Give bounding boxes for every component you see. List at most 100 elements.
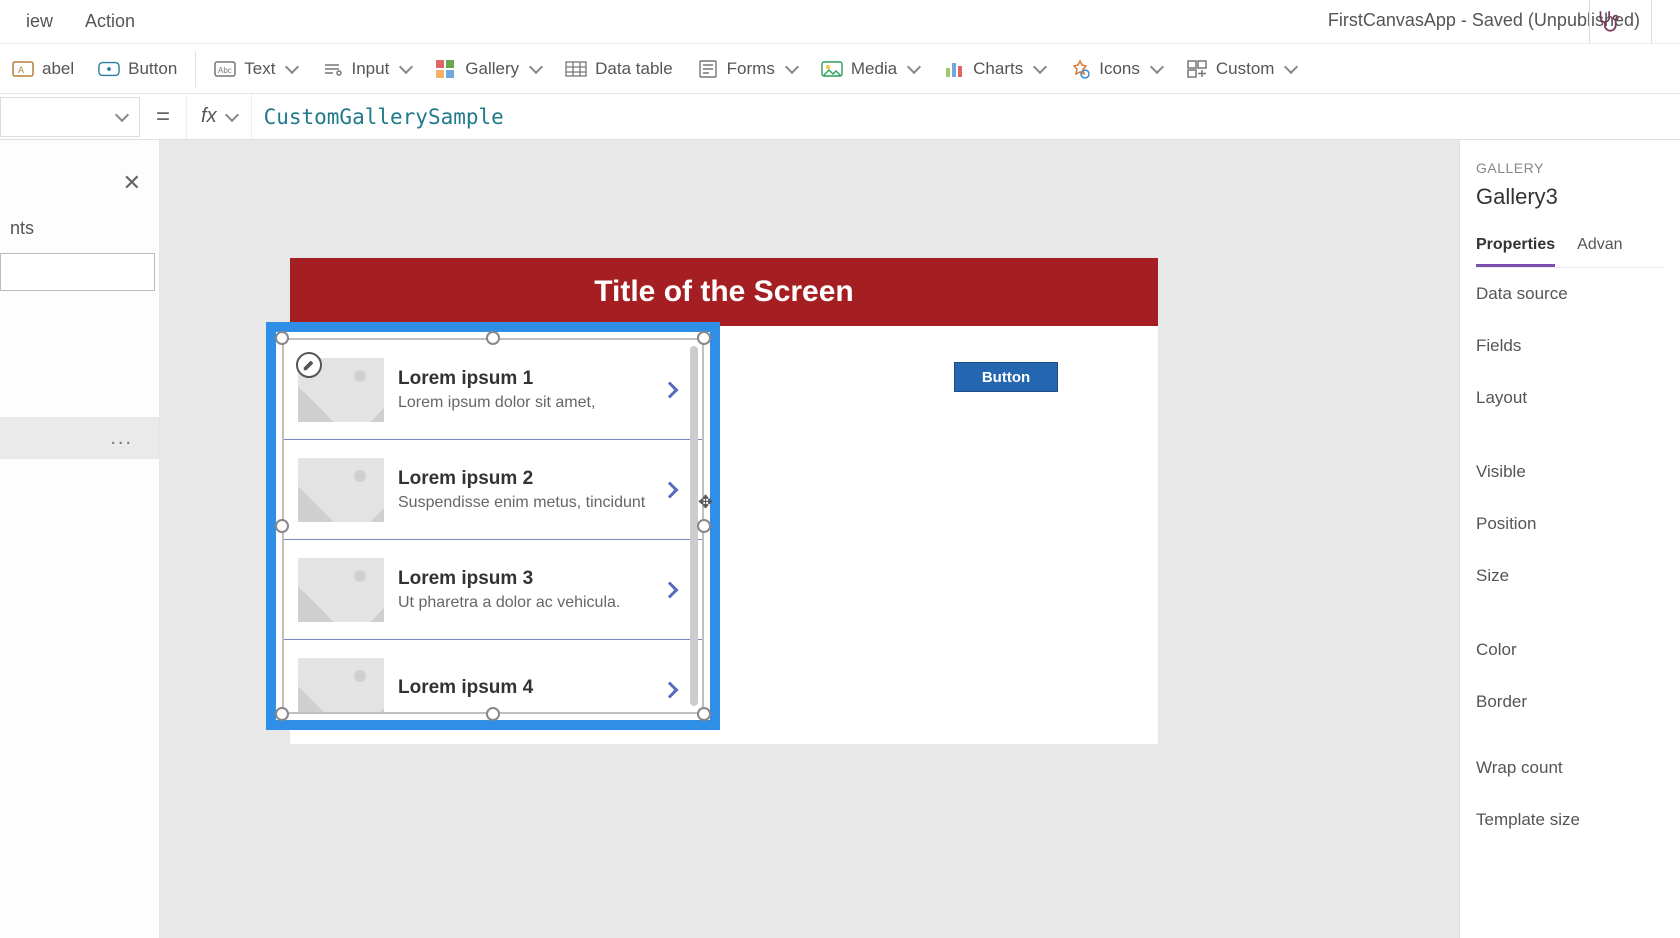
fx-label: fx [201, 105, 217, 128]
image-placeholder-icon [298, 558, 384, 622]
insert-media-dropdown[interactable]: Media [809, 53, 931, 85]
gallery-item-title: Lorem ipsum 4 [398, 677, 650, 699]
image-placeholder-icon [298, 458, 384, 522]
datatable-icon [565, 60, 587, 78]
formula-input[interactable] [252, 94, 1680, 139]
resize-handle[interactable] [697, 707, 711, 721]
chevron-down-icon [225, 107, 239, 121]
insert-input-dropdown[interactable]: Input [309, 53, 423, 85]
charts-icon [943, 60, 965, 78]
insert-button-button[interactable]: Button [86, 53, 189, 85]
property-selector-dropdown[interactable] [0, 97, 140, 137]
resize-handle[interactable] [275, 707, 289, 721]
prop-position[interactable]: Position [1476, 498, 1664, 550]
resize-handle[interactable] [275, 331, 289, 345]
media-icon [821, 60, 843, 78]
insert-custom-dropdown[interactable]: Custom [1174, 53, 1309, 85]
properties-panel: GALLERY Gallery3 Properties Advan Data s… [1460, 140, 1680, 938]
charts-label: Charts [973, 59, 1023, 79]
gallery-item[interactable]: Lorem ipsum 3 Ut pharetra a dolor ac veh… [284, 540, 702, 640]
close-icon[interactable]: ✕ [123, 170, 141, 196]
insert-text-dropdown[interactable]: Abc Text [202, 53, 309, 85]
prop-wrap-count[interactable]: Wrap count [1476, 742, 1664, 794]
button-icon [98, 60, 120, 78]
image-placeholder-icon [298, 658, 384, 715]
prop-size[interactable]: Size [1476, 550, 1664, 602]
insert-gallery-dropdown[interactable]: Gallery [423, 53, 553, 85]
menu-action[interactable]: Action [69, 5, 151, 38]
insert-icons-dropdown[interactable]: Icons [1057, 53, 1174, 85]
menu-view[interactable]: iew [10, 5, 69, 38]
gallery-item-title: Lorem ipsum 1 [398, 368, 650, 390]
chevron-down-icon [1284, 59, 1298, 73]
gallery-item[interactable]: Lorem ipsum 1 Lorem ipsum dolor sit amet… [284, 340, 702, 440]
move-cursor-icon: ✥ [698, 492, 713, 513]
prop-visible[interactable]: Visible [1476, 446, 1664, 498]
chevron-right-icon[interactable] [662, 581, 679, 598]
chevron-down-icon [285, 59, 299, 73]
separator [1651, 0, 1652, 44]
gallery-icon [435, 60, 457, 78]
prop-layout[interactable]: Layout [1476, 372, 1664, 424]
text-icon: Abc [214, 60, 236, 78]
button-text: Button [128, 59, 177, 79]
gallery-item-title: Lorem ipsum 2 [398, 468, 650, 490]
gallery-item-title: Lorem ipsum 3 [398, 568, 650, 590]
label-icon: A [12, 60, 34, 78]
resize-handle[interactable] [486, 707, 500, 721]
tab-properties[interactable]: Properties [1476, 228, 1555, 267]
chevron-right-icon[interactable] [662, 681, 679, 698]
gallery-item-subtitle: Ut pharetra a dolor ac vehicula. [398, 594, 650, 612]
insert-charts-dropdown[interactable]: Charts [931, 53, 1057, 85]
resize-handle[interactable] [697, 519, 711, 533]
insert-datatable-button[interactable]: Data table [553, 53, 685, 85]
input-label: Input [351, 59, 389, 79]
custom-icon [1186, 60, 1208, 78]
fx-dropdown[interactable]: fx [186, 94, 252, 139]
chevron-down-icon [907, 59, 921, 73]
tree-selected-row[interactable]: ... [0, 417, 159, 459]
input-icon [321, 60, 343, 78]
screen-title-bar[interactable]: Title of the Screen [290, 258, 1158, 326]
svg-text:A: A [18, 65, 24, 75]
resize-handle[interactable] [275, 519, 289, 533]
props-control-name: Gallery3 [1476, 184, 1664, 210]
resize-handle[interactable] [486, 331, 500, 345]
edit-pencil-icon[interactable] [296, 352, 322, 378]
canvas-area[interactable]: Title of the Screen Button Lorem ipsum 1… [160, 140, 1460, 938]
media-label: Media [851, 59, 897, 79]
prop-data-source[interactable]: Data source [1476, 268, 1664, 320]
chevron-down-icon [1150, 59, 1164, 73]
gallery-item[interactable]: Lorem ipsum 2 Suspendisse enim metus, ti… [284, 440, 702, 540]
insert-label-button[interactable]: A abel [0, 53, 86, 85]
tab-advanced[interactable]: Advan [1577, 228, 1622, 267]
props-category: GALLERY [1476, 160, 1664, 176]
icons-icon [1069, 60, 1091, 78]
prop-border[interactable]: Border [1476, 676, 1664, 728]
prop-template-size[interactable]: Template size [1476, 794, 1664, 846]
separator [195, 51, 196, 87]
chevron-down-icon [399, 59, 413, 73]
chevron-down-icon [785, 59, 799, 73]
svg-text:Abc: Abc [218, 66, 232, 75]
forms-icon [697, 60, 719, 78]
chevron-down-icon [529, 59, 543, 73]
equals-sign: = [140, 103, 186, 131]
insert-forms-dropdown[interactable]: Forms [685, 53, 809, 85]
label-text: abel [42, 59, 74, 79]
custom-label: Custom [1216, 59, 1275, 79]
chevron-right-icon[interactable] [662, 381, 679, 398]
gallery-control-selected[interactable]: Lorem ipsum 1 Lorem ipsum dolor sit amet… [266, 322, 720, 730]
datatable-label: Data table [595, 59, 673, 79]
forms-label: Forms [727, 59, 775, 79]
chevron-down-icon [115, 107, 129, 121]
prop-color[interactable]: Color [1476, 624, 1664, 676]
gallery-item-subtitle: Suspendisse enim metus, tincidunt [398, 494, 650, 512]
chevron-right-icon[interactable] [662, 481, 679, 498]
canvas-button-control[interactable]: Button [954, 362, 1058, 392]
app-checker-icon[interactable] [1594, 8, 1620, 34]
tree-search-input[interactable] [0, 253, 155, 291]
resize-handle[interactable] [697, 331, 711, 345]
gallery-item[interactable]: Lorem ipsum 4 [284, 640, 702, 714]
prop-fields[interactable]: Fields [1476, 320, 1664, 372]
